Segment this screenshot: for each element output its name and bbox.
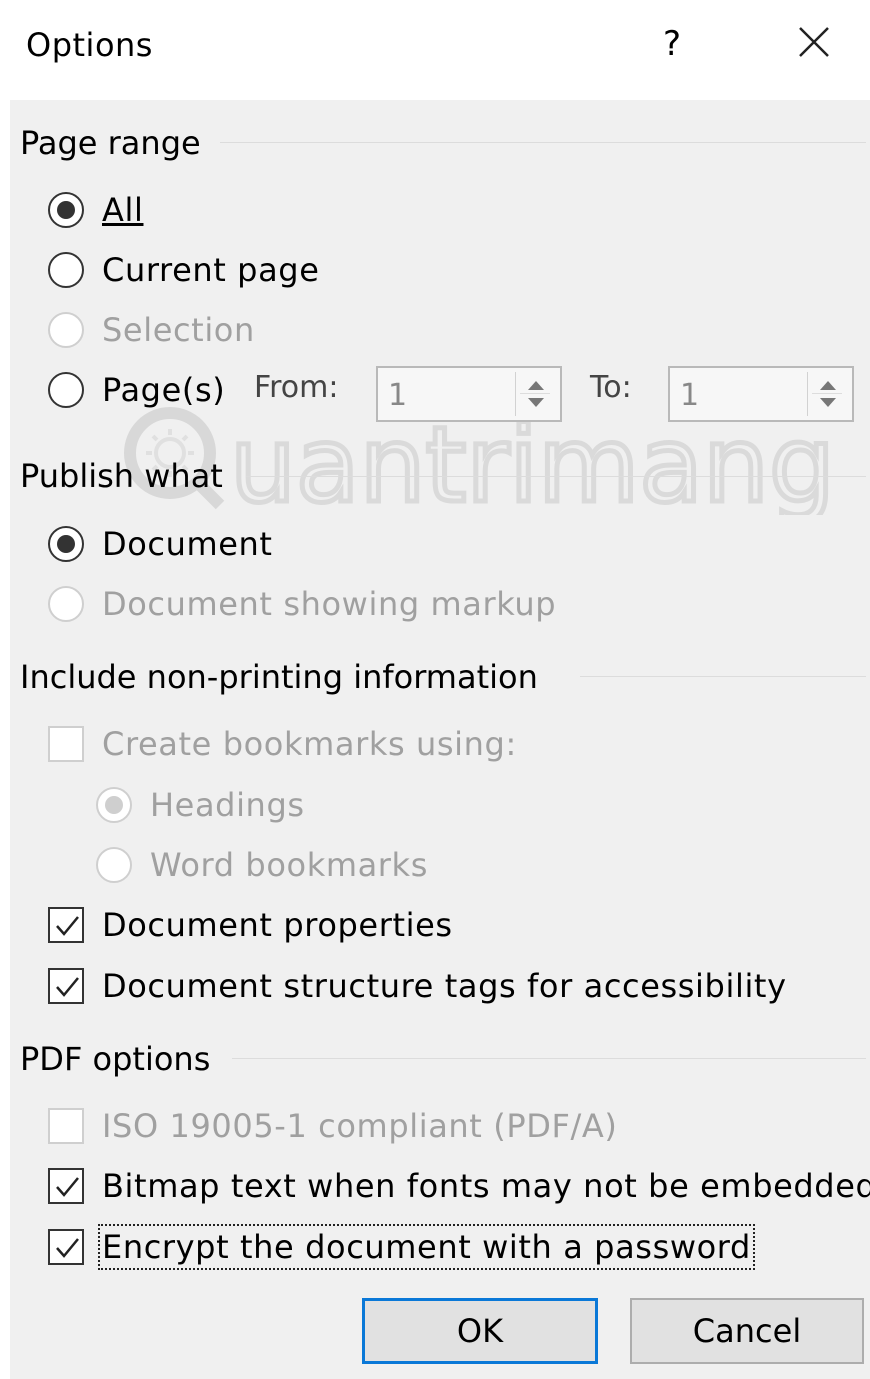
non-printing-divider (580, 676, 866, 677)
create-bookmarks-checkbox: Create bookmarks using: (48, 725, 517, 763)
radio-pages-button[interactable] (48, 372, 84, 408)
bitmap-text-label: Bitmap text when fonts may not be embedd… (102, 1167, 870, 1205)
radio-current-page-button[interactable] (48, 252, 84, 288)
create-bookmarks-label: Create bookmarks using: (102, 725, 517, 763)
radio-word-bookmarks: Word bookmarks (96, 846, 428, 884)
radio-document-button[interactable] (48, 526, 84, 562)
radio-selection-label: Selection (102, 311, 255, 349)
publish-what-divider (246, 476, 866, 477)
encrypt-checkbox[interactable]: Encrypt the document with a password (48, 1224, 755, 1270)
radio-word-bookmarks-button (96, 847, 132, 883)
from-value: 1 (388, 378, 408, 413)
help-button[interactable]: ? (658, 24, 686, 64)
encrypt-box[interactable] (48, 1229, 84, 1265)
bitmap-text-box[interactable] (48, 1168, 84, 1204)
page-range-heading: Page range (20, 124, 201, 162)
radio-word-bookmarks-label: Word bookmarks (150, 846, 428, 884)
checkmark-icon (56, 1177, 79, 1197)
non-printing-heading: Include non-printing information (20, 658, 538, 696)
spin-up-icon[interactable] (820, 381, 836, 390)
create-bookmarks-box (48, 726, 84, 762)
radio-document-markup-label: Document showing markup (102, 585, 557, 623)
document-properties-label: Document properties (102, 906, 453, 944)
radio-pages-label: Page(s) (102, 371, 226, 409)
to-label: To: (590, 370, 632, 405)
radio-document[interactable]: Document (48, 525, 273, 563)
from-label: From: (254, 370, 339, 405)
bitmap-text-checkbox[interactable]: Bitmap text when fonts may not be embedd… (48, 1167, 870, 1205)
structure-tags-label: Document structure tags for accessibilit… (102, 967, 787, 1005)
iso-box (48, 1108, 84, 1144)
page-range-divider (220, 142, 866, 143)
publish-what-heading: Publish what (20, 457, 223, 495)
radio-headings: Headings (96, 786, 305, 824)
radio-document-markup: Document showing markup (48, 585, 556, 623)
dialog-title: Options (26, 26, 153, 64)
radio-current-page[interactable]: Current page (48, 251, 319, 289)
to-spin-arrows[interactable] (807, 372, 846, 416)
from-spin-arrows[interactable] (515, 372, 554, 416)
ok-button[interactable]: OK (362, 1298, 598, 1364)
close-button[interactable] (794, 22, 834, 62)
spin-down-icon[interactable] (528, 398, 544, 407)
radio-all-label: All (102, 191, 144, 229)
structure-tags-box[interactable] (48, 968, 84, 1004)
pdf-options-divider (232, 1058, 866, 1059)
pdf-options-heading: PDF options (20, 1040, 211, 1078)
radio-document-markup-button (48, 586, 84, 622)
document-properties-box[interactable] (48, 907, 84, 943)
encrypt-label: Encrypt the document with a password (98, 1224, 755, 1270)
cancel-button[interactable]: Cancel (630, 1298, 864, 1364)
spin-down-icon[interactable] (820, 398, 836, 407)
close-icon (799, 27, 829, 57)
radio-document-label: Document (102, 525, 273, 563)
iso-label: ISO 19005-1 compliant (PDF/A) (102, 1107, 618, 1145)
to-spinner[interactable]: 1 (668, 366, 854, 422)
document-properties-checkbox[interactable]: Document properties (48, 906, 453, 944)
structure-tags-checkbox[interactable]: Document structure tags for accessibilit… (48, 967, 787, 1005)
checkmark-icon (56, 1238, 79, 1258)
radio-all-button[interactable] (48, 192, 84, 228)
checkmark-icon (56, 916, 79, 936)
radio-all[interactable]: All (48, 191, 143, 229)
to-value: 1 (680, 378, 700, 413)
radio-headings-label: Headings (150, 786, 305, 824)
title-bar: Options ? (10, 0, 870, 100)
radio-selection-button (48, 312, 84, 348)
spin-up-icon[interactable] (528, 381, 544, 390)
radio-pages[interactable]: Page(s) (48, 371, 225, 409)
checkmark-icon (56, 977, 79, 997)
from-spinner[interactable]: 1 (376, 366, 562, 422)
radio-headings-button (96, 787, 132, 823)
options-dialog: Options ? uantrimang Page range All Curr… (10, 0, 870, 1379)
radio-current-page-label: Current page (102, 251, 320, 289)
iso-checkbox: ISO 19005-1 compliant (PDF/A) (48, 1107, 617, 1145)
radio-selection: Selection (48, 311, 255, 349)
